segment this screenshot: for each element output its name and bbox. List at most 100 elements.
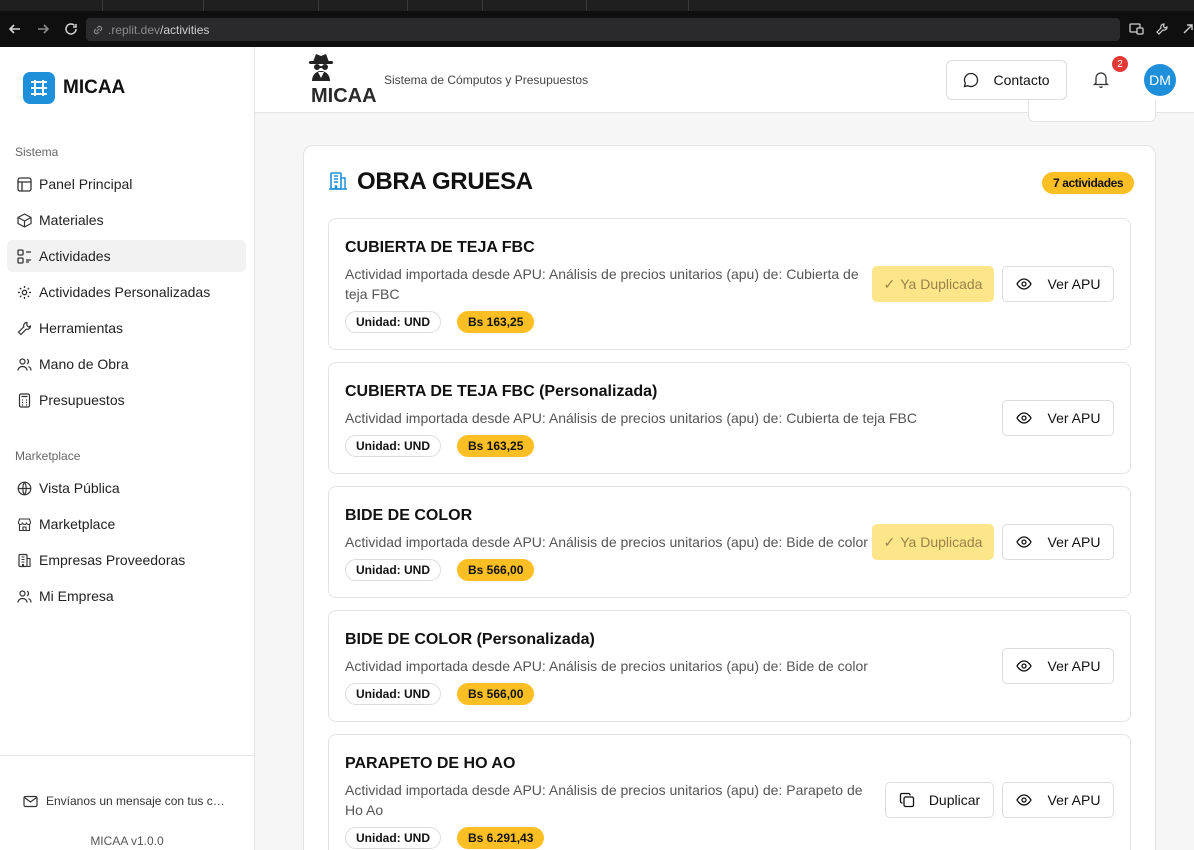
sidebar-item-label: Panel Principal <box>39 176 133 192</box>
browser-tabstrip <box>0 0 1194 11</box>
view-apu-button[interactable]: Ver APU <box>1002 400 1114 436</box>
url-host: .replit.dev <box>108 22 161 37</box>
eye-icon <box>1015 536 1032 548</box>
sidebar-item-marketplace[interactable]: Marketplace <box>7 508 246 540</box>
sidebar-item-presupuestos[interactable]: Presupuestos <box>7 384 246 416</box>
unit-badge: Unidad: UND <box>345 311 441 333</box>
unit-badge: Unidad: UND <box>345 559 441 581</box>
globe-icon <box>15 479 33 497</box>
activity-count-badge: 7 actividades <box>1042 172 1135 194</box>
already-duplicated-button[interactable]: ✓ Ya Duplicada <box>872 266 994 302</box>
sidebar-item-materiales[interactable]: Materiales <box>7 204 246 236</box>
layout-icon <box>15 175 33 193</box>
tab-separator <box>482 0 483 11</box>
eye-icon <box>1015 412 1032 424</box>
users-icon <box>15 587 33 605</box>
sidebar-item-label: Mano de Obra <box>39 356 129 372</box>
price-badge: Bs 163,25 <box>457 435 535 457</box>
sidebar-item-herramientas[interactable]: Herramientas <box>7 312 246 344</box>
notifications-count-badge: 2 <box>1112 56 1128 72</box>
brand-logo-icon <box>23 72 55 104</box>
activity-title: BIDE DE COLOR <box>345 507 473 524</box>
price-badge: Bs 6.291,43 <box>457 827 545 849</box>
sidebar-item-label: Vista Pública <box>39 480 120 496</box>
already-duplicated-label: Ya Duplicada <box>900 534 983 550</box>
activity-card: CUBIERTA DE TEJA FBC (Personalizada) Act… <box>328 362 1131 474</box>
activity-title: CUBIERTA DE TEJA FBC <box>345 239 535 256</box>
brand-name: MICAA <box>63 77 126 98</box>
price-badge: Bs 566,00 <box>457 683 535 705</box>
address-bar[interactable]: .replit.dev/activities <box>86 18 1120 41</box>
app-version: MICAA v1.0.0 <box>90 834 164 848</box>
users-icon <box>15 355 33 373</box>
external-link-icon[interactable] <box>1177 18 1194 40</box>
activity-card: BIDE DE COLOR Actividad importada desde … <box>328 486 1131 598</box>
price-badge: Bs 566,00 <box>457 559 535 581</box>
eye-icon <box>1015 794 1032 806</box>
sidebar-item-panel-principal[interactable]: Panel Principal <box>7 168 246 200</box>
view-apu-button[interactable]: Ver APU <box>1002 266 1114 302</box>
sidebar-item-label: Empresas Proveedoras <box>39 552 186 568</box>
site-info-icon[interactable] <box>92 24 104 36</box>
sidebar-brand[interactable]: MICAA <box>23 72 125 104</box>
activity-title: PARAPETO DE HO AO <box>345 755 516 772</box>
cast-icon[interactable] <box>1125 18 1147 40</box>
activities-icon <box>15 247 33 265</box>
user-avatar[interactable]: DM <box>1144 64 1176 96</box>
header-subtitle: Sistema de Cómputos y Presupuestos <box>384 73 589 87</box>
already-duplicated-button[interactable]: ✓ Ya Duplicada <box>872 524 994 560</box>
view-apu-label: Ver APU <box>1047 410 1101 426</box>
gear-icon <box>15 283 33 301</box>
back-icon[interactable] <box>4 18 26 40</box>
activity-description: Actividad importada desde APU: Análisis … <box>345 410 917 426</box>
section-label-sistema: Sistema <box>15 145 59 159</box>
sidebar-item-mano-de-obra[interactable]: Mano de Obra <box>7 348 246 380</box>
spy-logo-icon <box>307 52 335 82</box>
sidebar-item-actividades-personalizadas[interactable]: Actividades Personalizadas <box>7 276 246 308</box>
sidebar-item-mi-empresa[interactable]: Mi Empresa <box>7 580 246 612</box>
forward-icon[interactable] <box>32 18 54 40</box>
store-icon <box>15 515 33 533</box>
sidebar-item-vista-publica[interactable]: Vista Pública <box>7 472 246 504</box>
box-icon <box>15 211 33 229</box>
sidebar-item-label: Marketplace <box>39 516 116 532</box>
view-apu-label: Ver APU <box>1047 276 1101 292</box>
view-apu-label: Ver APU <box>1047 792 1101 808</box>
contact-button[interactable]: Contacto <box>946 60 1067 100</box>
sidebar-item-label: Materiales <box>39 212 104 228</box>
duplicate-button[interactable]: Duplicar <box>885 782 994 818</box>
activity-title: BIDE DE COLOR (Personalizada) <box>345 631 595 648</box>
eye-icon <box>1015 278 1032 290</box>
view-apu-button[interactable]: Ver APU <box>1002 524 1114 560</box>
activity-description: Actividad importada desde APU: Análisis … <box>345 658 868 674</box>
url-path: /activities <box>160 22 210 37</box>
unit-badge: Unidad: UND <box>345 827 441 849</box>
wrench-icon <box>15 319 33 337</box>
price-badge: Bs 163,25 <box>457 311 535 333</box>
tab-separator <box>102 0 103 11</box>
calculator-icon <box>15 391 33 409</box>
devtools-wrench-icon[interactable] <box>1151 18 1173 40</box>
chat-bubble-icon <box>963 72 979 88</box>
sidebar-item-label: Actividades Personalizadas <box>39 284 211 300</box>
reload-icon[interactable] <box>60 18 82 40</box>
sidebar-item-label: Actividades <box>39 248 111 264</box>
mail-icon <box>23 795 38 808</box>
unit-badge: Unidad: UND <box>345 435 441 457</box>
already-duplicated-label: Ya Duplicada <box>900 276 983 292</box>
sidebar-item-label: Mi Empresa <box>39 588 114 604</box>
sidebar-item-empresas-proveedoras[interactable]: Empresas Proveedoras <box>7 544 246 576</box>
tab-separator <box>203 0 204 11</box>
notifications-bell-icon[interactable] <box>1093 70 1113 90</box>
browser-toolbar: .replit.dev/activities <box>0 11 1194 47</box>
contact-label: Contacto <box>993 72 1050 88</box>
sidebar-item-actividades[interactable]: Actividades <box>7 240 246 272</box>
building-icon <box>15 551 33 569</box>
view-apu-button[interactable]: Ver APU <box>1002 782 1114 818</box>
section-title: OBRA GRUESA <box>357 168 533 195</box>
section-header: OBRA GRUESA <box>328 168 533 196</box>
tab-separator <box>586 0 587 11</box>
view-apu-label: Ver APU <box>1047 658 1101 674</box>
send-message-link[interactable]: Envíanos un mensaje con tus c… <box>23 794 225 808</box>
view-apu-button[interactable]: Ver APU <box>1002 648 1114 684</box>
